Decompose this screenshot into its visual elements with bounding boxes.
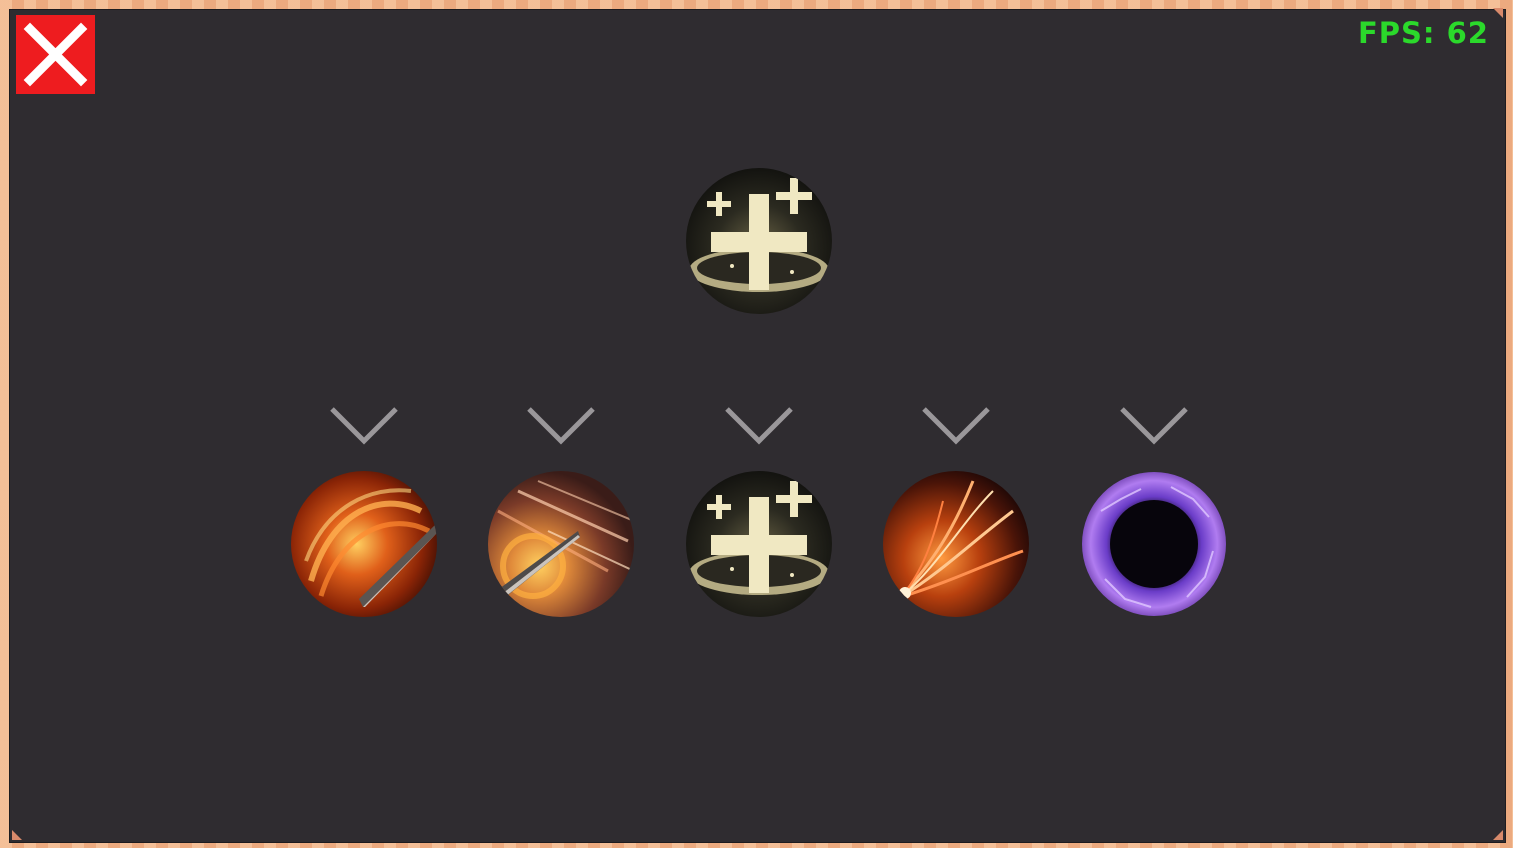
- fire-burst-icon: [883, 471, 1029, 617]
- close-button[interactable]: [16, 15, 95, 94]
- holy-cross-icon: [686, 471, 832, 617]
- close-icon: [23, 22, 88, 87]
- flame-sword-slash-icon: [291, 471, 437, 617]
- void-orb-icon: [1081, 471, 1227, 617]
- chevron-down-icon: [724, 406, 794, 446]
- skill-node-1[interactable]: [291, 471, 437, 617]
- skill-node-5[interactable]: [1081, 471, 1227, 617]
- chevron-down-icon: [526, 406, 596, 446]
- skill-node-2[interactable]: [488, 471, 634, 617]
- skill-node-3[interactable]: [686, 471, 832, 617]
- skill-node-root[interactable]: [686, 168, 832, 314]
- fps-counter: FPS: 62: [1357, 16, 1489, 50]
- holy-cross-icon: [686, 168, 832, 314]
- chevron-down-icon: [329, 406, 399, 446]
- chevron-down-icon: [1119, 406, 1189, 446]
- blade-dash-icon: [488, 471, 634, 617]
- skill-node-4[interactable]: [883, 471, 1029, 617]
- chevron-down-icon: [921, 406, 991, 446]
